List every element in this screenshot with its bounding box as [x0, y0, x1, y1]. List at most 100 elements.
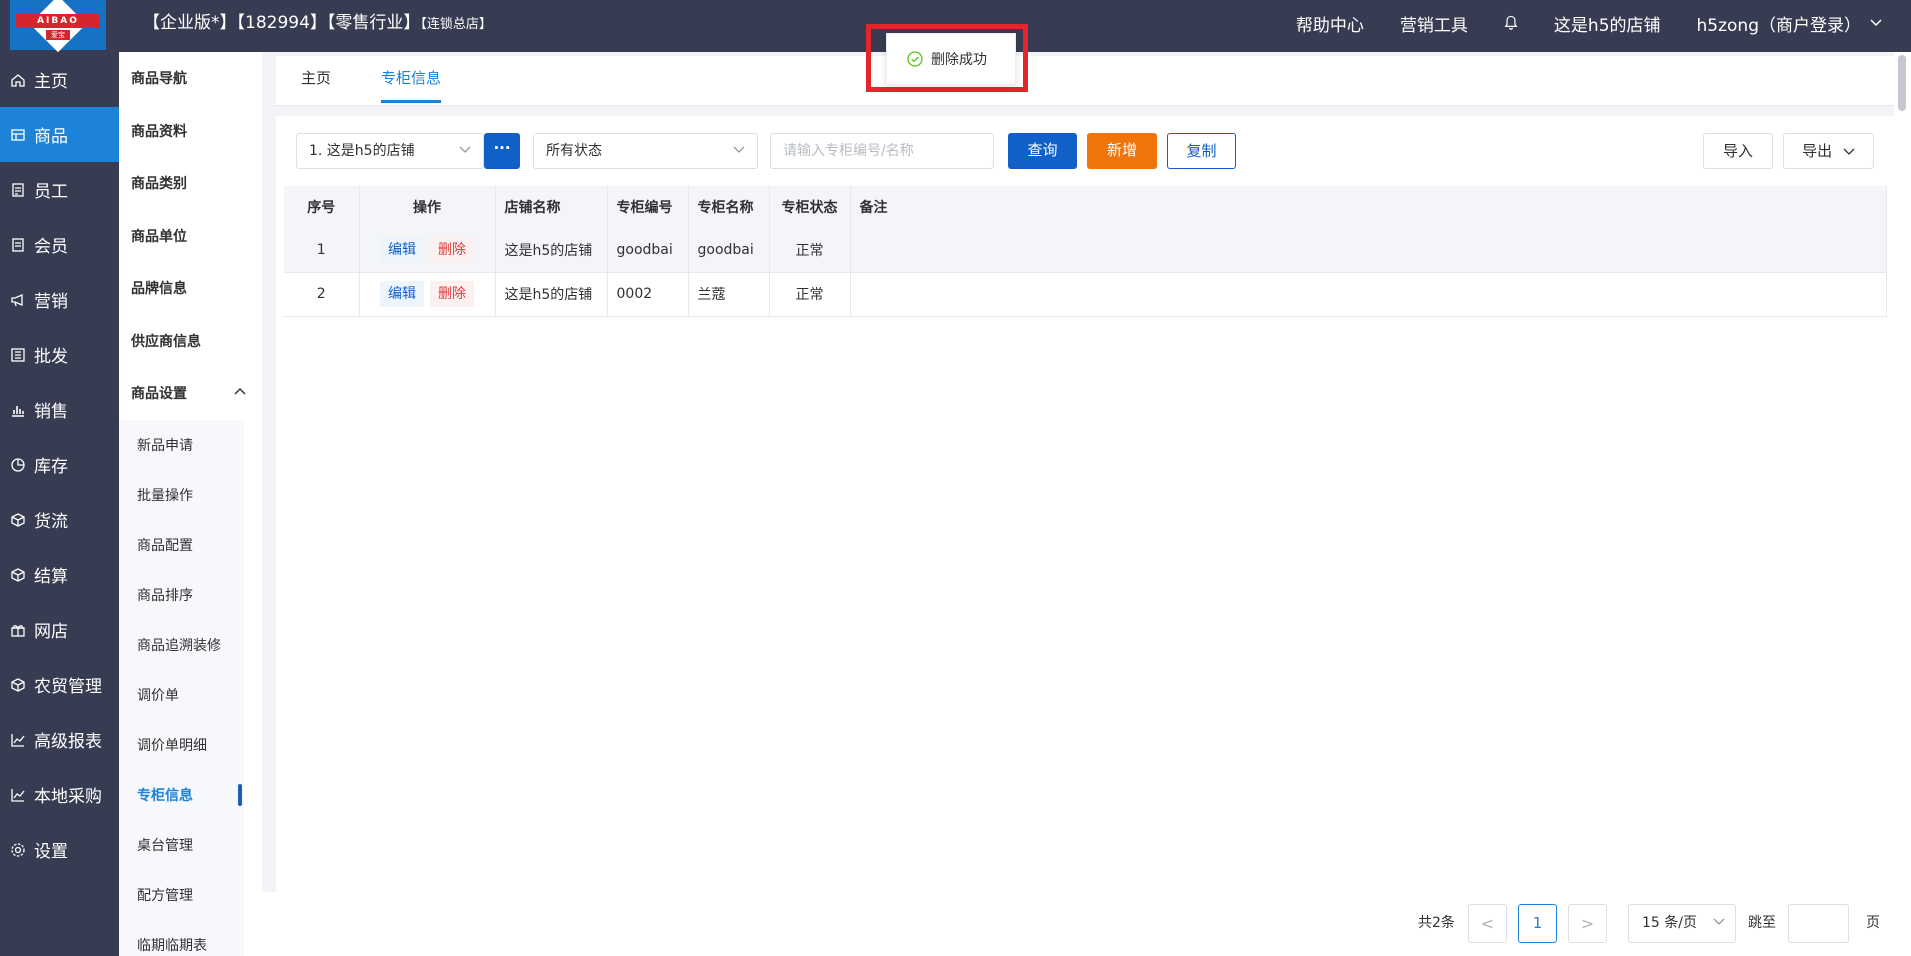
pagination-prev-button[interactable]: < [1468, 904, 1507, 943]
nav-item[interactable]: 高级报表 [0, 712, 119, 767]
home-icon [11, 73, 25, 87]
member-icon [12, 237, 24, 252]
goods-icon [11, 128, 25, 141]
delete-button[interactable]: 删除 [430, 236, 474, 263]
nav-item[interactable]: 批发 [0, 327, 119, 382]
store-select[interactable]: 1. 这是h5的店铺 [296, 133, 484, 169]
scrollbar-thumb[interactable] [1898, 55, 1906, 111]
copy-button[interactable]: 复制 [1167, 133, 1236, 169]
line-chart-icon [11, 733, 25, 747]
pagination-next-button[interactable]: > [1568, 904, 1607, 943]
account-title-branch: 【连锁总店】 [420, 17, 492, 32]
nav-item[interactable]: 会员 [0, 217, 119, 272]
user-name: h5zong（商户登录） [1696, 15, 1861, 36]
store-switcher[interactable]: 这是h5的店铺 [1554, 11, 1661, 36]
chevron-down-icon [1870, 19, 1882, 27]
help-center-link[interactable]: 帮助中心 [1296, 11, 1364, 36]
subnav-goods-config[interactable]: 商品配置 [119, 519, 244, 570]
account-title: 【企业版*】【182994】【零售行业】【连锁总店】 [143, 0, 492, 48]
search-input[interactable] [770, 133, 994, 169]
query-button[interactable]: 查询 [1008, 133, 1077, 169]
nav-item[interactable]: 货流 [0, 492, 119, 547]
export-button[interactable]: 导出 [1783, 133, 1874, 169]
logo-subtext: 爱宝 [46, 30, 70, 40]
nav-item[interactable]: 农贸管理 [0, 657, 119, 712]
col-no: 序号 [284, 186, 360, 228]
nav-item[interactable]: 商品 [0, 107, 119, 162]
pagination-page-label: 页 [1866, 915, 1880, 931]
import-button[interactable]: 导入 [1703, 133, 1773, 169]
edit-button[interactable]: 编辑 [380, 236, 424, 263]
nav-item[interactable]: 网店 [0, 602, 119, 657]
subnav-goods-category[interactable]: 商品类别 [119, 157, 262, 210]
cube-icon [11, 677, 25, 692]
subnav-goods-settings[interactable]: 商品设置 [119, 367, 262, 420]
subnav-recipe-management[interactable]: 配方管理 [119, 869, 244, 920]
wholesale-icon [11, 347, 25, 362]
nav-item[interactable]: 设置 [0, 822, 119, 877]
cell-counter-code: goodbai [607, 228, 689, 273]
pagination-jump-input[interactable] [1788, 904, 1849, 943]
pagination-current-page[interactable]: 1 [1518, 904, 1557, 943]
chevron-down-icon [1713, 918, 1725, 925]
nav-item[interactable]: 结算 [0, 547, 119, 602]
sub-sidebar: 商品导航 商品资料 商品类别 商品单位 品牌信息 供应商信息 商品设置 新品申请… [119, 52, 262, 956]
subnav-expiry-table[interactable]: 临期临期表 [119, 919, 244, 956]
table-row: 2 编辑 删除 这是h5的店铺 0002 兰蔻 正常 [284, 272, 1887, 317]
nav-item[interactable]: 员工 [0, 162, 119, 217]
subnav-supplier-info[interactable]: 供应商信息 [119, 315, 262, 368]
subnav-goods-info[interactable]: 商品资料 [119, 105, 262, 158]
subnav-brand-info[interactable]: 品牌信息 [119, 262, 262, 315]
brand-logo[interactable]: AIBAO 爱宝 [10, 0, 106, 53]
staff-icon [12, 182, 24, 197]
more-stores-button[interactable]: ··· [484, 133, 520, 169]
megaphone-icon [11, 293, 23, 306]
cell-remark [850, 272, 1887, 317]
nav-item[interactable]: 本地采购 [0, 767, 119, 822]
nav-item-label: 会员 [34, 237, 68, 257]
cell-operation: 编辑 删除 [359, 272, 496, 317]
subnav-goods-navigation[interactable]: 商品导航 [119, 52, 262, 105]
pagination-total: 共2条 [1418, 915, 1455, 931]
success-toast: 删除成功 [886, 33, 1016, 85]
nav-item-label: 批发 [34, 347, 68, 367]
tab-home[interactable]: 主页 [301, 56, 331, 106]
subnav-goods-unit[interactable]: 商品单位 [119, 210, 262, 263]
col-store-name: 店铺名称 [495, 186, 608, 228]
subnav-counter-info[interactable]: 专柜信息 [119, 769, 244, 820]
nav-item[interactable]: 主页 [0, 52, 119, 107]
status-select[interactable]: 所有状态 [533, 133, 758, 169]
subnav-new-product-request[interactable]: 新品申请 [119, 419, 244, 470]
page-size-select[interactable]: 15 条/页 [1628, 904, 1736, 943]
logo-text: AIBAO [16, 14, 100, 28]
subnav-goods-sort[interactable]: 商品排序 [119, 569, 244, 620]
nav-item-label: 结算 [34, 567, 68, 587]
subnav-price-adjust[interactable]: 调价单 [119, 669, 244, 720]
subnav-table-management[interactable]: 桌台管理 [119, 819, 244, 870]
edit-button[interactable]: 编辑 [380, 281, 424, 307]
cube-icon [11, 512, 25, 527]
cell-store-name: 这是h5的店铺 [495, 228, 608, 273]
add-button[interactable]: 新增 [1087, 133, 1157, 169]
account-title-main: 【企业版*】【182994】【零售行业】 [143, 13, 421, 33]
chevron-up-icon [234, 387, 246, 395]
store-select-value: 1. 这是h5的店铺 [309, 143, 415, 159]
user-menu[interactable]: h5zong（商户登录） [1697, 11, 1883, 36]
cell-counter-name: goodbai [688, 228, 770, 273]
page-scrollbar[interactable] [1894, 52, 1911, 956]
delete-button[interactable]: 删除 [430, 281, 474, 307]
nav-item[interactable]: 销售 [0, 382, 119, 437]
nav-item-label: 营销 [34, 292, 68, 312]
col-counter-name: 专柜名称 [688, 186, 770, 228]
col-operation: 操作 [359, 186, 496, 228]
subnav-price-adjust-detail[interactable]: 调价单明细 [119, 719, 244, 770]
marketing-tools-link[interactable]: 营销工具 [1400, 11, 1468, 36]
subnav-goods-trace-decor[interactable]: 商品追溯装修 [119, 619, 244, 670]
subnav-batch-operation[interactable]: 批量操作 [119, 469, 244, 520]
nav-item[interactable]: 库存 [0, 437, 119, 492]
nav-item-label: 商品 [34, 127, 68, 147]
bell-icon[interactable] [1504, 15, 1518, 31]
nav-item[interactable]: 营销 [0, 272, 119, 327]
tab-counter-info[interactable]: 专柜信息 [381, 56, 442, 106]
header-actions: 帮助中心 营销工具 这是h5的店铺 h5zong（商户登录） [1296, 0, 1883, 46]
